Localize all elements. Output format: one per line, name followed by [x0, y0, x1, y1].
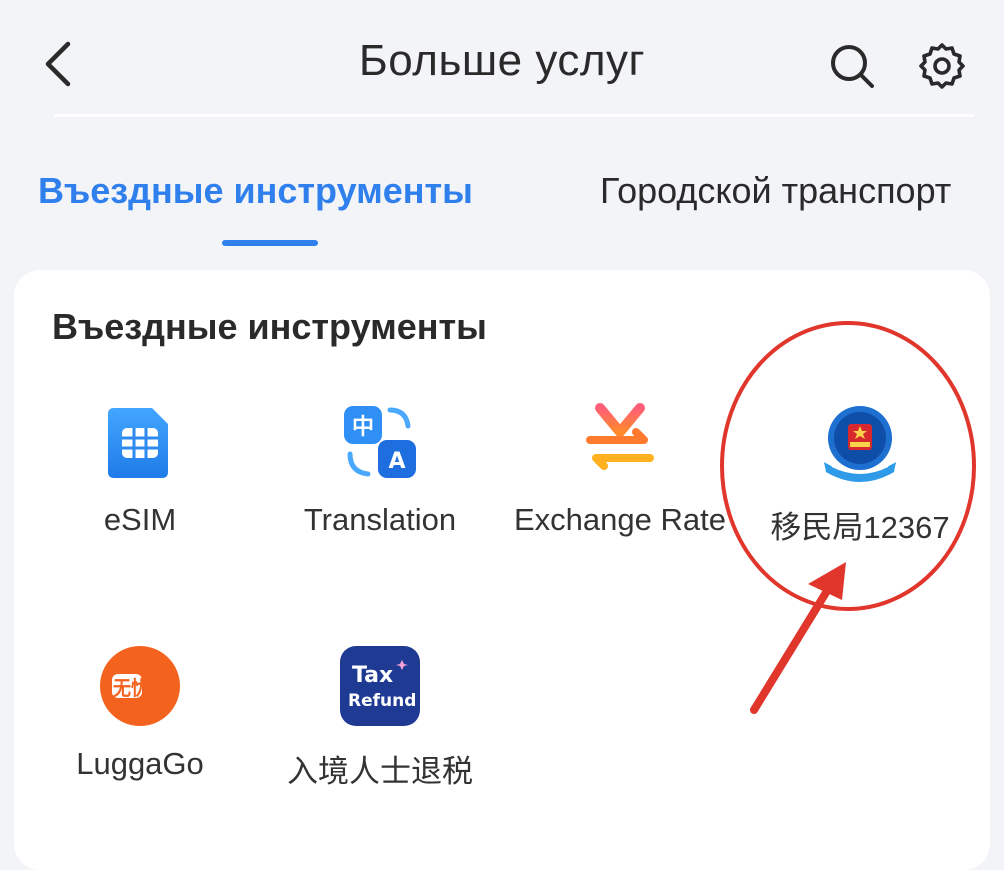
header-divider — [54, 114, 974, 117]
section-title: Въездные инструменты — [52, 306, 487, 347]
tool-label-exchange-rate: Exchange Rate — [514, 502, 726, 537]
tool-label-tax-refund: 入境人士退税 — [287, 754, 473, 789]
active-tab-indicator — [222, 240, 318, 246]
luggago-logo-text: 无忧存 — [113, 676, 167, 700]
tax-refund-icon: Tax Refund — [340, 646, 420, 726]
tax-refund-logo-line-2: Refund — [348, 691, 416, 711]
tool-label-immigration: 移民局12367 — [770, 510, 950, 545]
tab-city-transport[interactable]: Городской транспорт — [600, 170, 951, 212]
search-button[interactable] — [822, 36, 882, 96]
settings-button[interactable] — [912, 36, 972, 96]
gear-icon — [919, 43, 965, 89]
tool-label-luggago: LuggaGo — [76, 746, 204, 781]
tool-label-esim: eSIM — [103, 502, 177, 537]
translate-icon: 中 A — [344, 406, 416, 478]
sim-card-icon — [108, 408, 168, 478]
luggago-logo-icon: 无忧存 — [100, 646, 180, 726]
svg-text:中: 中 — [352, 415, 374, 440]
immigration-emblem-icon — [824, 406, 896, 482]
svg-text:A: A — [388, 449, 405, 474]
header: Больше услуг — [0, 0, 1004, 118]
search-icon — [831, 45, 874, 88]
yuan-exchange-icon — [586, 403, 654, 482]
category-tabs: Въездные инструменты Городской транспорт — [0, 160, 1004, 260]
tab-entry-tools[interactable]: Въездные инструменты — [38, 170, 473, 212]
tax-refund-logo-line-1: Tax — [352, 663, 393, 688]
entry-tools-card: Въездные инструменты eSIM 中 A Translatio… — [14, 270, 990, 870]
tool-label-translation: Translation — [303, 502, 457, 537]
